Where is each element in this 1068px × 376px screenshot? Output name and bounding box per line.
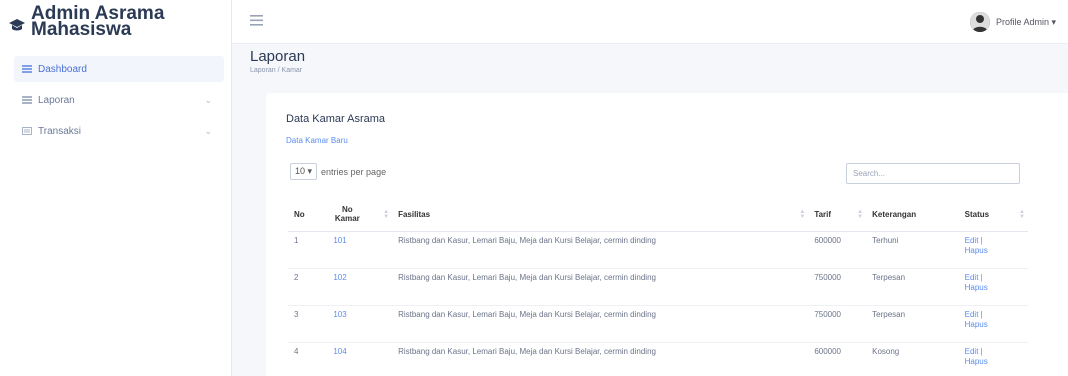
- cell-status: Edit | Hapus: [958, 231, 1028, 269]
- cell-status: Edit | Hapus: [958, 305, 1028, 343]
- entries-per-page-select[interactable]: 10 ▾: [290, 163, 318, 180]
- column-header-label: No: [294, 209, 305, 219]
- transaction-icon: [22, 127, 32, 135]
- cell-status: Edit | Hapus: [958, 268, 1028, 306]
- column-header-label: No Kamar: [334, 205, 360, 224]
- cell-no: 2: [288, 268, 328, 306]
- profile-label: Profile Admin ▾: [995, 16, 1056, 27]
- table-row: 1 101 Ristbang dan Kasur, Lemari Baju, M…: [288, 231, 1028, 269]
- column-header-keterangan[interactable]: Keterangan: [866, 198, 959, 232]
- sidebar-item-label: Transaksi: [38, 125, 81, 137]
- table-row: 4 104 Ristbang dan Kasur, Lemari Baju, M…: [288, 342, 1028, 376]
- column-header-fasilitas[interactable]: Fasilitas ▲ ▼: [392, 198, 809, 232]
- brand[interactable]: Admin Asrama Mahasiswa: [8, 4, 164, 40]
- column-header-status[interactable]: Status ▲ ▼: [958, 198, 1028, 232]
- table-row: 2 102 Ristbang dan Kasur, Lemari Baju, M…: [288, 268, 1028, 306]
- cell-tarif: 750000: [808, 268, 867, 306]
- brand-title: Admin Asrama Mahasiswa: [31, 4, 164, 40]
- cell-kamar[interactable]: 102: [327, 268, 393, 306]
- search-input[interactable]: Search...: [846, 163, 1020, 184]
- card-title: Data Kamar Asrama: [286, 113, 386, 125]
- cell-no: 3: [288, 305, 328, 343]
- breadcrumb[interactable]: Laporan / Kamar: [250, 67, 302, 74]
- sidebar-menu: Dashboard Laporan ⌄ Transaksi ⌄: [14, 56, 224, 149]
- column-header-label: Tarif: [814, 209, 832, 219]
- sidebar-item-laporan[interactable]: Laporan ⌄: [14, 87, 224, 113]
- sidebar: Admin Asrama Mahasiswa Dashboard Laporan…: [0, 0, 232, 376]
- sidebar-item-dashboard[interactable]: Dashboard: [14, 56, 224, 82]
- new-room-link[interactable]: Data Kamar Baru: [286, 136, 348, 145]
- chevron-down-icon: ⌄: [204, 94, 212, 105]
- edit-link[interactable]: Edit |: [965, 273, 1022, 283]
- report-icon: [22, 96, 32, 104]
- cell-fasilitas: Ristbang dan Kasur, Lemari Baju, Meja da…: [392, 268, 809, 306]
- rooms-table: No No Kamar ▲ ▼ Fasilitas ▲ ▼ Tarif ▲ ▼ Ketera…: [288, 198, 1028, 376]
- entries-control: 10 ▾ entries per page: [290, 163, 386, 180]
- edit-link[interactable]: Edit |: [965, 310, 1022, 320]
- sidebar-item-transaksi[interactable]: Transaksi ⌄: [14, 118, 224, 144]
- page-title: Laporan: [250, 48, 306, 65]
- graduation-cap-icon: [9, 19, 25, 31]
- delete-link[interactable]: Hapus: [965, 283, 1022, 293]
- cell-fasilitas: Ristbang dan Kasur, Lemari Baju, Meja da…: [392, 342, 809, 376]
- cell-kamar[interactable]: 103: [327, 305, 393, 343]
- column-header-label: Status: [964, 209, 990, 219]
- cell-no: 4: [288, 342, 328, 376]
- dashboard-icon: [22, 65, 32, 73]
- cell-keterangan: Terhuni: [866, 231, 959, 269]
- cell-fasilitas: Ristbang dan Kasur, Lemari Baju, Meja da…: [392, 231, 809, 269]
- sidebar-item-label: Dashboard: [38, 63, 87, 75]
- sort-icon: ▲ ▼: [799, 209, 806, 220]
- column-header-label: Keterangan: [872, 209, 917, 219]
- cell-tarif: 750000: [808, 305, 867, 343]
- main-content: Laporan Laporan / Kamar Data Kamar Asram…: [232, 44, 1068, 376]
- brand-line-2: Mahasiswa: [31, 19, 132, 40]
- user-avatar-icon: [969, 12, 990, 32]
- topbar: Profile Admin ▾: [232, 0, 1068, 44]
- cell-tarif: 600000: [808, 231, 867, 269]
- cell-keterangan: Terpesan: [866, 268, 959, 306]
- sort-icon: ▲ ▼: [857, 209, 864, 220]
- cell-status: Edit | Hapus: [958, 342, 1028, 376]
- cell-kamar[interactable]: 104: [327, 342, 393, 376]
- cell-no: 1: [288, 231, 328, 269]
- column-header-no[interactable]: No: [288, 198, 328, 232]
- chevron-down-icon: ⌄: [204, 125, 212, 136]
- sort-icon: ▲ ▼: [1019, 209, 1025, 220]
- column-header-label: Fasilitas: [398, 209, 431, 219]
- hamburger-icon[interactable]: [250, 15, 263, 26]
- edit-link[interactable]: Edit |: [965, 347, 1022, 357]
- delete-link[interactable]: Hapus: [965, 246, 1022, 256]
- table-header-row: No No Kamar ▲ ▼ Fasilitas ▲ ▼ Tarif ▲ ▼ Ketera…: [288, 198, 1028, 232]
- cell-keterangan: Kosong: [866, 342, 959, 376]
- delete-link[interactable]: Hapus: [965, 320, 1022, 330]
- column-header-tarif[interactable]: Tarif ▲ ▼: [808, 198, 867, 232]
- sidebar-item-label: Laporan: [38, 94, 75, 106]
- column-header-kamar[interactable]: No Kamar ▲ ▼: [327, 198, 393, 232]
- edit-link[interactable]: Edit |: [965, 236, 1022, 246]
- cell-keterangan: Terpesan: [866, 305, 959, 343]
- data-card: Data Kamar Asrama Data Kamar Baru 10 ▾ e…: [266, 93, 1068, 376]
- sort-icon: ▲ ▼: [383, 209, 390, 220]
- cell-kamar[interactable]: 101: [327, 231, 393, 269]
- profile-menu[interactable]: Profile Admin ▾: [969, 12, 1056, 32]
- entries-label: entries per page: [321, 166, 387, 177]
- avatar: [969, 12, 990, 32]
- delete-link[interactable]: Hapus: [965, 357, 1022, 367]
- table-row: 3 103 Ristbang dan Kasur, Lemari Baju, M…: [288, 305, 1028, 343]
- cell-fasilitas: Ristbang dan Kasur, Lemari Baju, Meja da…: [392, 305, 809, 343]
- cell-tarif: 600000: [808, 342, 867, 376]
